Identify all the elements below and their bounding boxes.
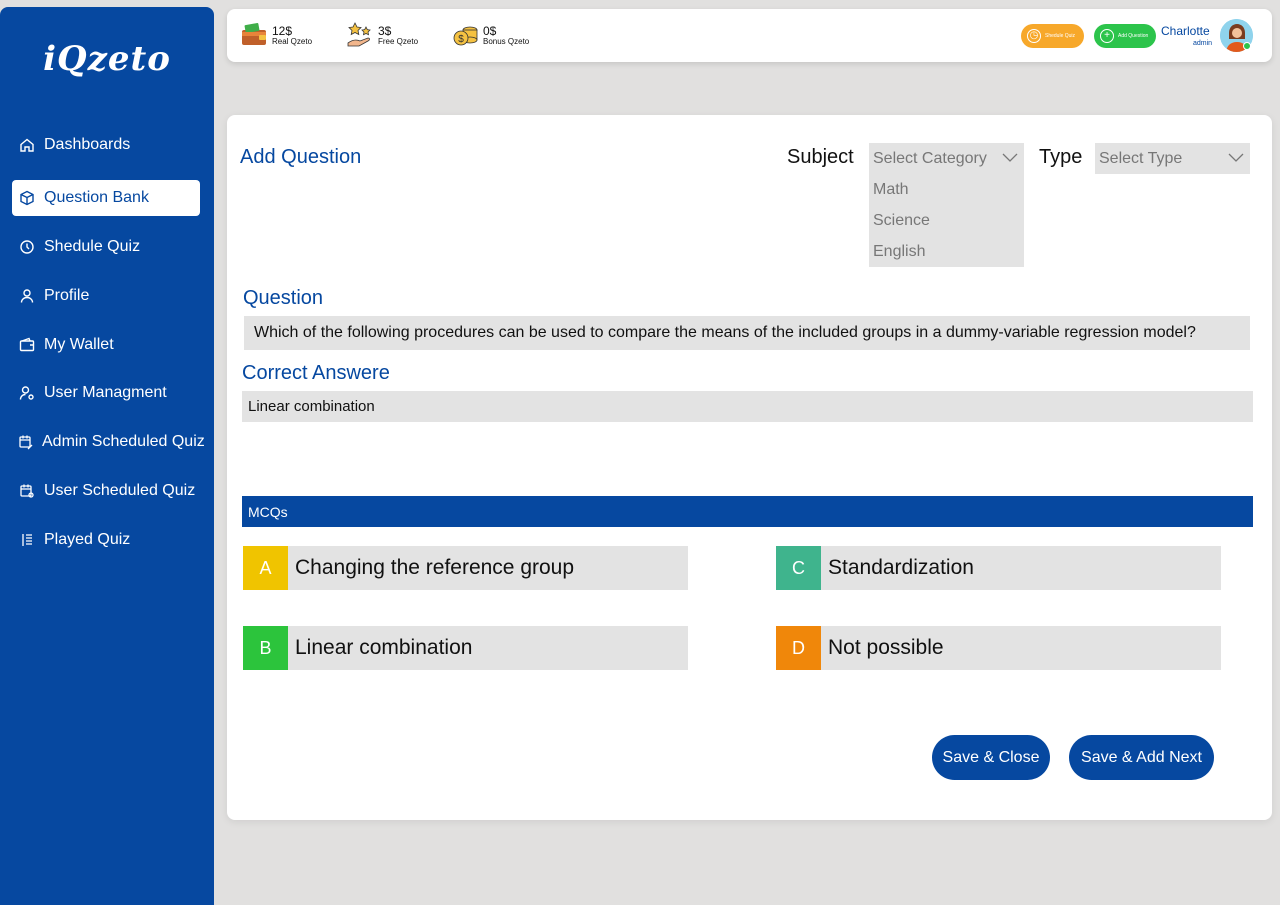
category-placeholder: Select Category (873, 149, 987, 167)
sidebar-item-label: User Managment (44, 384, 167, 401)
sidebar: iQzeto Dashboards Question Bank Shedule … (0, 7, 214, 905)
correct-answer-field[interactable]: Linear combination (242, 391, 1253, 422)
type-label: Type (1039, 146, 1083, 168)
user-role: admin (1193, 40, 1213, 47)
list-icon (18, 531, 36, 549)
svg-text:$: $ (458, 34, 464, 45)
app-logo[interactable]: iQzeto (0, 39, 214, 79)
clock-icon: ◷ (1027, 29, 1041, 43)
mcq-option-b[interactable]: B Linear combination (243, 626, 688, 670)
option-letter-badge: C (776, 546, 821, 590)
wallet-label: Free Qzeto (378, 36, 419, 46)
chevron-down-icon (1228, 153, 1244, 162)
plus-icon: + (1100, 29, 1114, 43)
stars-hand-icon (346, 21, 374, 49)
sidebar-item-profile[interactable]: Profile (12, 278, 200, 314)
sidebar-item-played-quiz[interactable]: Played Quiz (12, 522, 200, 558)
shedule-quiz-button[interactable]: ◷ Shedule Quiz (1021, 24, 1084, 48)
option-letter-badge: D (776, 626, 821, 670)
save-close-button[interactable]: Save & Close (932, 735, 1050, 780)
question-field[interactable]: Which of the following procedures can be… (244, 316, 1250, 350)
wallet-money-icon (240, 21, 268, 49)
top-bar: 12$ Real Qzeto 3$ Free Qzeto $ 0$ Bonus … (227, 9, 1272, 62)
sidebar-item-user-scheduled-quiz[interactable]: User Scheduled Quiz (12, 473, 200, 509)
category-option-math[interactable]: Math (869, 174, 1024, 205)
sidebar-item-dashboards[interactable]: Dashboards (12, 127, 200, 163)
sidebar-item-label: My Wallet (44, 336, 114, 353)
subject-label: Subject (787, 146, 854, 168)
wallet-amount: 0$ (483, 23, 497, 38)
wallet-amount: 12$ (272, 23, 293, 38)
mcq-header: MCQs (242, 496, 1253, 527)
user-name[interactable]: Charlotte (1161, 24, 1210, 38)
sidebar-item-label: Played Quiz (44, 531, 131, 548)
mcq-option-d[interactable]: D Not possible (776, 626, 1221, 670)
sidebar-item-label: Dashboards (44, 136, 131, 153)
online-status-dot (1243, 42, 1251, 50)
user-icon (18, 287, 36, 305)
type-select[interactable]: Select Type (1095, 143, 1250, 174)
category-select[interactable]: Select Category (869, 143, 1024, 174)
wallet-bonus-qzeto[interactable]: $ 0$ Bonus Qzeto (451, 21, 529, 49)
sidebar-item-user-managment[interactable]: User Managment (12, 375, 200, 411)
clock-icon (18, 238, 36, 256)
user-gear-icon (18, 384, 36, 402)
sidebar-item-label: Question Bank (44, 189, 149, 206)
question-label: Question (243, 287, 324, 309)
sidebar-item-label: Shedule Quiz (44, 238, 141, 255)
wallet-label: Real Qzeto (272, 36, 313, 46)
wallet-real-qzeto[interactable]: 12$ Real Qzeto (240, 21, 312, 49)
option-letter-badge: B (243, 626, 288, 670)
page-title: Add Question (240, 146, 362, 168)
sidebar-item-question-bank[interactable]: Question Bank (12, 180, 200, 216)
category-option-english[interactable]: English (869, 236, 1024, 267)
category-dropdown: Math Science English (869, 174, 1024, 267)
sidebar-item-my-wallet[interactable]: My Wallet (12, 327, 200, 363)
calendar-search-icon (18, 482, 36, 500)
mcq-option-a[interactable]: A Changing the reference group (243, 546, 688, 590)
add-question-card: Add Question Subject Select Category Mat… (227, 115, 1272, 820)
sidebar-item-label: Profile (44, 287, 90, 304)
box-icon (18, 189, 36, 207)
category-option-science[interactable]: Science (869, 205, 1024, 236)
shedule-quiz-label: Shedule Quiz (1045, 33, 1076, 39)
option-text: Linear combination (295, 636, 473, 659)
save-add-next-button[interactable]: Save & Add Next (1069, 735, 1214, 780)
option-letter-badge: A (243, 546, 288, 590)
sidebar-item-admin-scheduled-quiz[interactable]: Admin Scheduled Quiz (12, 424, 205, 460)
add-question-button[interactable]: + Add Question (1094, 24, 1156, 48)
wallet-free-qzeto[interactable]: 3$ Free Qzeto (346, 21, 418, 49)
sidebar-item-shedule-quiz[interactable]: Shedule Quiz (12, 229, 200, 265)
wallet-icon (18, 336, 36, 354)
option-text: Standardization (828, 556, 974, 579)
option-text: Changing the reference group (295, 556, 575, 579)
coins-icon: $ (451, 21, 479, 49)
sidebar-item-label: User Scheduled Quiz (44, 482, 196, 499)
calendar-edit-icon (18, 433, 34, 451)
option-text: Not possible (828, 636, 944, 659)
correct-answer-label: Correct Answere (242, 362, 390, 384)
chevron-down-icon (1002, 153, 1018, 162)
wallet-amount: 3$ (378, 23, 392, 38)
sidebar-item-label: Admin Scheduled Quiz (42, 433, 205, 450)
wallet-label: Bonus Qzeto (483, 36, 530, 46)
type-placeholder: Select Type (1099, 149, 1183, 167)
mcq-option-c[interactable]: C Standardization (776, 546, 1221, 590)
home-icon (18, 136, 36, 154)
add-question-label: Add Question (1118, 33, 1149, 39)
